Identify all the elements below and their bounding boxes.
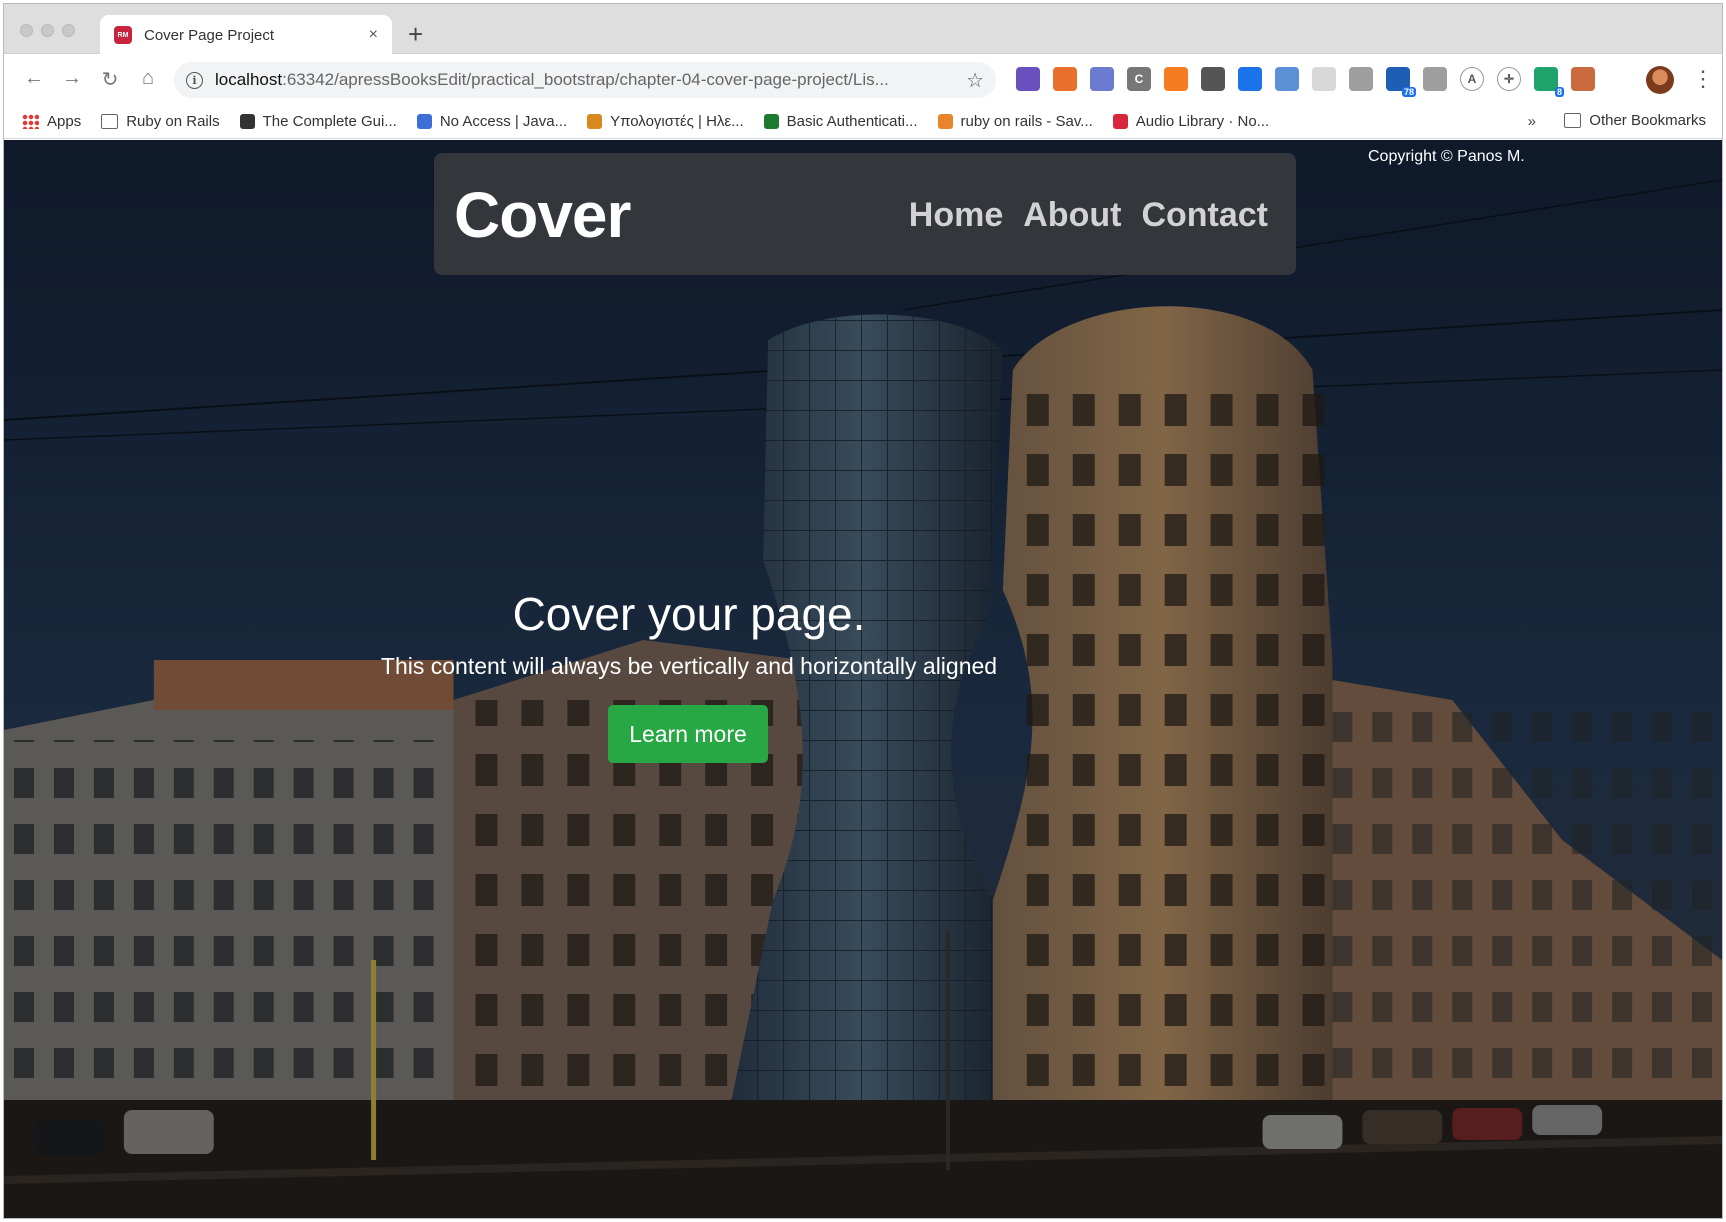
bookmark-item[interactable]: Basic Authenticati... xyxy=(763,113,918,130)
bookmark-label: ruby on rails - Sav... xyxy=(960,113,1093,130)
hero-title: Cover your page. xyxy=(512,588,866,640)
download-icon[interactable] xyxy=(1238,67,1262,91)
minimize-window-button[interactable] xyxy=(41,24,54,37)
url-path: :63342/apressBooksEdit/practical_bootstr… xyxy=(282,70,889,89)
c-icon[interactable]: C xyxy=(1127,67,1151,91)
chat-icon[interactable] xyxy=(1349,67,1373,91)
close-window-button[interactable] xyxy=(20,24,33,37)
folder-icon[interactable]: 78 xyxy=(1386,67,1416,97)
address-bar[interactable]: i localhost:63342/apressBooksEdit/practi… xyxy=(174,62,996,98)
share-icon[interactable] xyxy=(1053,67,1077,91)
eyedropper-icon[interactable] xyxy=(1016,67,1040,91)
bookmark-label: Apps xyxy=(47,113,82,130)
grid-icon[interactable] xyxy=(1312,67,1336,91)
forward-icon[interactable]: → xyxy=(60,67,84,90)
extensions-bar: C 78 A ✛ 8 xyxy=(1016,67,1595,97)
move-icon[interactable]: ✛ xyxy=(1497,67,1521,91)
other-bookmarks-label: Other Bookmarks xyxy=(1589,112,1706,129)
bookmark-label: The Complete Gui... xyxy=(262,113,397,130)
profile-avatar[interactable] xyxy=(1646,66,1674,94)
bulb-icon[interactable] xyxy=(1201,67,1225,91)
folder-icon xyxy=(101,114,119,129)
grammar-icon[interactable]: 8 xyxy=(1534,67,1564,97)
info-icon[interactable]: i xyxy=(186,71,203,89)
tab-title: Cover Page Project xyxy=(144,26,275,44)
stack-icon xyxy=(937,114,953,129)
url-host: localhost xyxy=(215,70,283,89)
browser-toolbar: ← → ↻ ⌂ i localhost:63342/apressBooksEdi… xyxy=(4,55,1722,105)
bookmark-item[interactable]: ruby on rails - Sav... xyxy=(937,113,1093,130)
bookmark-label: Basic Authenticati... xyxy=(786,113,918,130)
bookmark-label: Audio Library · No... xyxy=(1135,113,1270,130)
bookmarks-bar: Apps Ruby on Rails The Complete Gui... No A… xyxy=(4,105,1722,139)
cover-navbar: Cover Home About Contact xyxy=(434,153,1296,275)
cube-icon xyxy=(763,114,779,129)
ab-icon xyxy=(239,114,255,129)
bookmark-item[interactable]: Υπολογιστές | Ηλε... xyxy=(587,113,744,130)
tabs-icon[interactable] xyxy=(1571,67,1595,91)
other-bookmarks[interactable]: Other Bookmarks xyxy=(1564,112,1706,129)
bookmark-star-icon[interactable]: ☆ xyxy=(966,68,984,93)
window-controls xyxy=(20,24,75,37)
nav-link-contact[interactable]: Contact xyxy=(1141,196,1268,235)
nav-links: Home About Contact xyxy=(909,196,1268,235)
hero-lead: This content will always be vertically a… xyxy=(380,653,998,679)
tab-active[interactable]: RM Cover Page Project × xyxy=(100,15,392,55)
home-icon[interactable]: ⌂ xyxy=(136,67,160,90)
bookmark-label: Ruby on Rails xyxy=(126,113,220,130)
apps-icon xyxy=(22,114,39,129)
new-tab-button[interactable]: + xyxy=(408,20,423,48)
move-icon-label: ✛ xyxy=(1503,72,1515,86)
bookmark-label: Υπολογιστές | Ηλε... xyxy=(610,113,744,130)
bookmarks-overflow-button[interactable]: » xyxy=(1528,113,1536,130)
folder-icon xyxy=(1564,113,1582,128)
copyright-text: Copyright © Panos M. xyxy=(1368,148,1525,165)
spark-icon xyxy=(416,114,432,129)
maximize-window-button[interactable] xyxy=(62,24,75,37)
c-icon-label: C xyxy=(1134,72,1144,86)
extension-badge: 78 xyxy=(1401,87,1416,97)
reload-icon[interactable]: ↻ xyxy=(98,67,122,92)
gear-icon[interactable] xyxy=(1164,67,1188,91)
menu-icon[interactable]: ⋮ xyxy=(1692,65,1714,93)
nav-link-home[interactable]: Home xyxy=(909,196,1003,235)
browser-window: RM Cover Page Project × + ← → ↻ ⌂ i loca… xyxy=(3,3,1723,1219)
bookmark-item[interactable]: Ruby on Rails xyxy=(101,113,220,130)
extension-badge: 8 xyxy=(1554,87,1564,97)
balloon-icon xyxy=(587,114,603,129)
url-text[interactable]: localhost:63342/apressBooksEdit/practica… xyxy=(215,70,966,90)
brand-logo[interactable]: Cover xyxy=(454,178,631,252)
audio-icon xyxy=(1112,114,1128,129)
globe-icon[interactable] xyxy=(1423,67,1447,91)
tab-favicon-icon: RM xyxy=(114,26,132,44)
a-circle-icon[interactable]: A xyxy=(1460,67,1484,91)
nav-link-about[interactable]: About xyxy=(1023,196,1121,235)
disc-icon[interactable] xyxy=(1090,67,1114,91)
tab-close-icon[interactable]: × xyxy=(369,26,378,44)
learn-more-button[interactable]: Learn more xyxy=(608,705,768,763)
bookmark-item[interactable]: Audio Library · No... xyxy=(1112,113,1270,130)
a-circle-icon-label: A xyxy=(1467,72,1477,86)
bookmark-item[interactable]: The Complete Gui... xyxy=(239,113,397,130)
tab-strip: RM Cover Page Project × + xyxy=(4,4,1722,55)
back-icon[interactable]: ← xyxy=(22,67,46,90)
bookmark-item[interactable]: No Access | Java... xyxy=(416,113,568,130)
page-viewport: Copyright © Panos M. Cover Home About Co… xyxy=(4,140,1722,1218)
bookmark-label: No Access | Java... xyxy=(439,113,568,130)
window-icon[interactable] xyxy=(1275,67,1299,91)
bookmark-item[interactable]: Apps xyxy=(22,113,81,130)
